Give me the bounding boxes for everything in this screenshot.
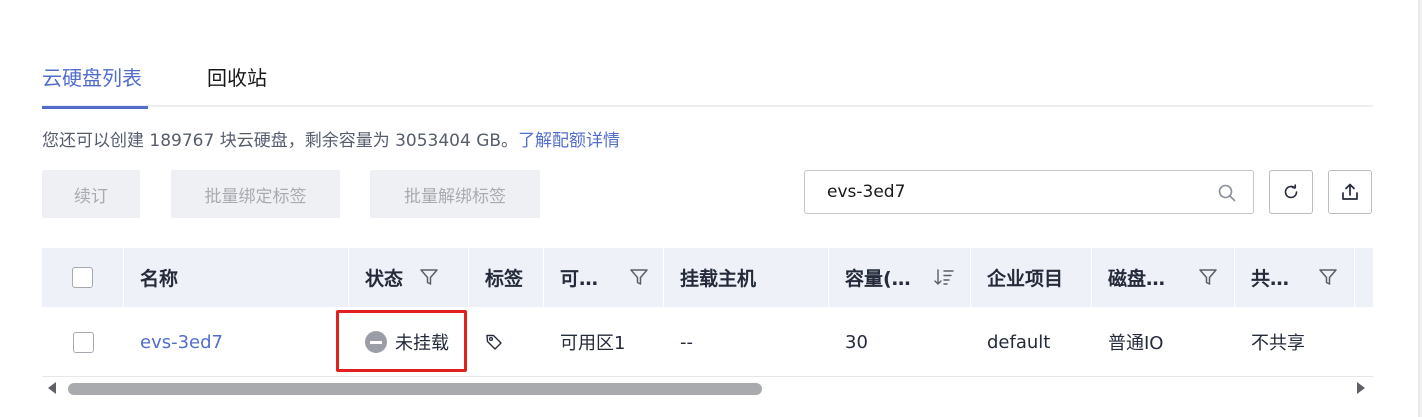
az-cell: 可用区1 — [560, 333, 626, 354]
tab-disk-list[interactable]: 云硬盘列表 — [42, 62, 148, 109]
disk-table: 名称 状态 标签 可… 挂载主机 容量(… 企业项目 磁盘… 共… evs-3e… — [42, 248, 1373, 398]
header-disk-type[interactable]: 磁盘… — [1092, 248, 1235, 307]
refresh-button[interactable] — [1269, 170, 1313, 214]
sort-icon[interactable] — [933, 266, 955, 288]
unbind-tags-button[interactable]: 批量解绑标签 — [370, 170, 540, 218]
tag-icon[interactable] — [485, 333, 503, 351]
renew-button[interactable]: 续订 — [42, 170, 140, 218]
header-share-label: 共… — [1251, 268, 1290, 290]
capacity-cell: 30 — [845, 331, 868, 353]
header-name[interactable]: 名称 — [124, 248, 349, 307]
scrollbar-thumb[interactable] — [68, 383, 762, 395]
search-icon[interactable] — [1217, 183, 1237, 203]
tags-cell — [469, 307, 544, 377]
project-cell: default — [987, 331, 1051, 353]
search-input[interactable] — [827, 171, 1207, 213]
header-project[interactable]: 企业项目 — [971, 248, 1092, 307]
header-status-label: 状态 — [365, 268, 404, 290]
table-header: 名称 状态 标签 可… 挂载主机 容量(… 企业项目 磁盘… 共… — [42, 248, 1373, 307]
tab-recycle-bin[interactable]: 回收站 — [207, 62, 277, 107]
bind-tags-button[interactable]: 批量绑定标签 — [171, 170, 340, 218]
quota-info: 您还可以创建 189767 块云硬盘，剩余容量为 3053404 GB。了解配额… — [42, 126, 620, 151]
table-row[interactable]: evs-3ed7 未挂载 可用区1 -- 30 default 普通IO 不共享 — [42, 307, 1373, 377]
disk-name-link[interactable]: evs-3ed7 — [124, 307, 349, 377]
horizontal-scrollbar[interactable] — [42, 377, 1373, 401]
export-button[interactable] — [1328, 170, 1372, 214]
header-share[interactable]: 共… — [1235, 248, 1355, 307]
export-icon — [1342, 183, 1358, 200]
header-select-cell — [42, 248, 124, 307]
header-overflow-column — [1355, 248, 1373, 307]
row-select-cell — [42, 307, 124, 377]
tab-bar: 云硬盘列表 回收站 — [42, 62, 1373, 109]
header-disk-type-label: 磁盘… — [1108, 268, 1166, 290]
host-cell: -- — [680, 331, 693, 353]
header-capacity[interactable]: 容量(… — [829, 248, 971, 307]
header-tags[interactable]: 标签 — [469, 248, 544, 307]
quota-details-link[interactable]: 了解配额详情 — [518, 131, 620, 151]
select-all-checkbox[interactable] — [72, 267, 93, 288]
filter-icon[interactable] — [1197, 266, 1219, 288]
header-status[interactable]: 状态 — [349, 248, 469, 307]
main-panel: 云硬盘列表 回收站 您还可以创建 189767 块云硬盘，剩余容量为 30534… — [0, 0, 1420, 417]
header-az[interactable]: 可… — [544, 248, 664, 307]
header-capacity-label: 容量(… — [845, 268, 911, 290]
scroll-left-arrow-icon[interactable] — [48, 382, 56, 394]
header-az-label: 可… — [560, 268, 599, 290]
filter-icon[interactable] — [418, 266, 440, 288]
filter-icon[interactable] — [628, 266, 650, 288]
disk-type-cell: 普通IO — [1108, 333, 1164, 354]
quota-text: 您还可以创建 189767 块云硬盘，剩余容量为 3053404 GB。 — [42, 131, 519, 151]
search-box — [804, 170, 1254, 214]
row-checkbox[interactable] — [72, 331, 94, 353]
filter-icon[interactable] — [1317, 266, 1339, 288]
share-cell: 不共享 — [1251, 333, 1305, 354]
scroll-right-arrow-icon[interactable] — [1357, 382, 1365, 394]
refresh-icon — [1284, 184, 1298, 199]
status-highlight-box — [336, 310, 467, 372]
header-host[interactable]: 挂载主机 — [664, 248, 829, 307]
